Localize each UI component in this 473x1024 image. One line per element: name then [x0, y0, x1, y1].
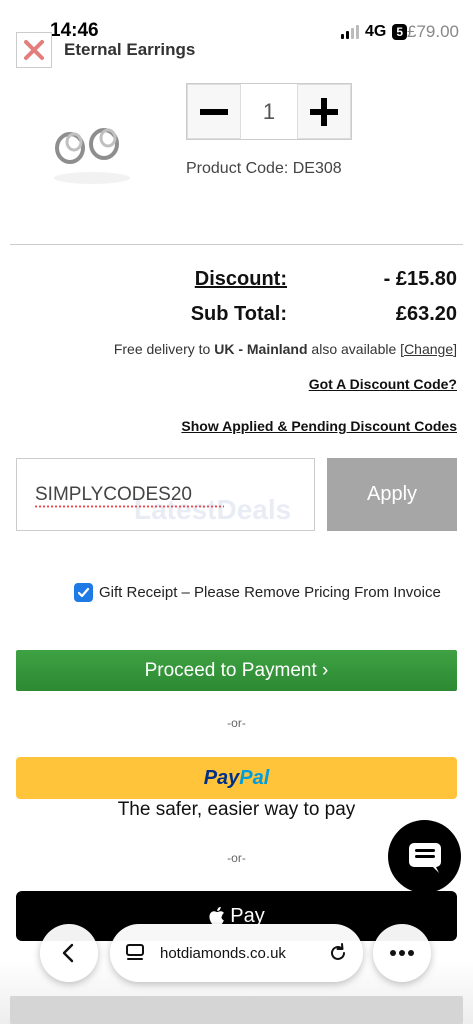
discount-value: - £15.80	[383, 268, 457, 290]
gift-receipt-label: Gift Receipt – Please Remove Pricing Fro…	[99, 584, 441, 601]
earrings-product-image[interactable]	[22, 82, 160, 220]
spellcheck-underline	[34, 505, 224, 508]
decrease-quantity-button[interactable]	[187, 84, 241, 139]
delivery-suffix: also available [	[307, 341, 405, 357]
tabs-icon[interactable]	[124, 942, 146, 964]
product-code: Product Code: DE308	[186, 160, 342, 177]
gift-receipt-option[interactable]: Gift Receipt – Please Remove Pricing Fro…	[74, 583, 441, 602]
delivery-region: UK - Mainland	[214, 341, 308, 357]
apply-button[interactable]: Apply	[327, 458, 457, 531]
browser-back-button[interactable]	[40, 924, 98, 982]
product-name: Eternal Earrings	[64, 40, 196, 59]
delivery-prefix: Free delivery to	[113, 341, 215, 357]
more-dots-icon	[390, 950, 414, 956]
overlay-price: £79.00	[407, 22, 459, 41]
quantity-value[interactable]: 1	[241, 84, 297, 139]
battery-icon: 5	[392, 24, 407, 40]
signal-icon	[340, 25, 359, 39]
chat-button[interactable]	[388, 820, 461, 893]
paypal-logo-pay: Pay	[203, 766, 240, 789]
delivery-info: Free delivery to UK - Mainland also avai…	[114, 341, 457, 357]
increase-quantity-button[interactable]	[297, 84, 351, 139]
paypal-logo-pal: Pal	[239, 766, 270, 789]
divider	[10, 244, 463, 245]
proceed-to-payment-button[interactable]: Proceed to Payment ›	[16, 650, 457, 691]
chat-icon	[408, 842, 441, 873]
discount-label: Discount:	[194, 268, 287, 290]
gift-receipt-checkbox[interactable]	[74, 583, 93, 602]
browser-bottom-strip	[10, 996, 463, 1024]
address-bar[interactable]: hotdiamonds.co.uk	[110, 924, 363, 982]
or-separator: -or-	[227, 716, 246, 730]
minus-icon	[200, 108, 228, 115]
remove-item-button[interactable]	[16, 32, 52, 68]
status-indicators: 4G 5 £79.00	[340, 22, 459, 42]
status-time: 14:46	[50, 20, 99, 41]
apple-icon	[209, 906, 225, 926]
chevron-left-icon	[62, 943, 74, 963]
browser-more-button[interactable]	[373, 924, 431, 982]
subtotal-value: £63.20	[395, 303, 457, 325]
quantity-stepper: 1	[186, 83, 352, 140]
paypal-tagline: The safer, easier way to pay	[117, 799, 356, 820]
paypal-button[interactable]: Pay Pal	[16, 757, 457, 799]
network-type: 4G	[364, 23, 387, 40]
url-text[interactable]: hotdiamonds.co.uk	[160, 945, 313, 962]
delivery-close: ]	[453, 341, 457, 357]
checkmark-icon	[77, 587, 90, 598]
reload-icon[interactable]	[327, 942, 349, 964]
plus-icon	[310, 97, 338, 126]
change-delivery-link[interactable]: Change	[404, 341, 453, 357]
discount-code-input[interactable]	[16, 458, 315, 531]
close-icon	[24, 40, 44, 60]
got-discount-code-link[interactable]: Got A Discount Code?	[309, 376, 457, 392]
show-discount-codes-link[interactable]: Show Applied & Pending Discount Codes	[181, 418, 457, 434]
subtotal-label: Sub Total:	[190, 303, 287, 325]
